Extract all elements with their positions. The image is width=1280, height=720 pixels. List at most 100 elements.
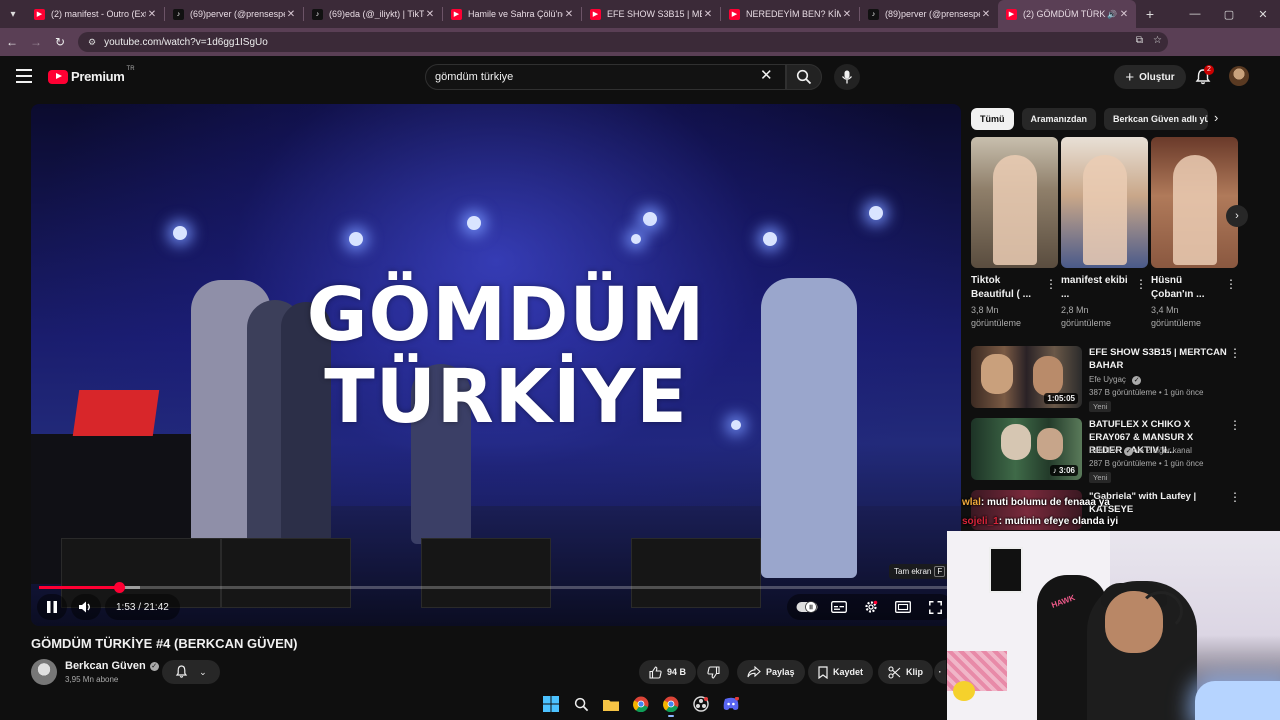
close-tab-icon[interactable]: ✕ <box>146 9 158 20</box>
menu-icon[interactable] <box>16 69 32 83</box>
close-tab-icon[interactable]: ✕ <box>1118 9 1130 20</box>
chrome-active-icon[interactable] <box>660 693 682 717</box>
voice-search-button[interactable] <box>834 64 860 90</box>
subscription-bell-button[interactable]: ⌄ <box>162 660 220 684</box>
discord-icon[interactable] <box>720 693 742 715</box>
filter-chip[interactable]: Aramanızdan <box>1021 108 1097 130</box>
shorts-thumbnail[interactable] <box>1061 137 1148 268</box>
tiktok-icon: ♪ <box>868 8 879 20</box>
shorts-item[interactable]: Hüsnü Çoban'ın ... 3,4 Mn görüntüleme ⋮ <box>1151 137 1238 330</box>
back-icon[interactable]: ← <box>0 28 24 56</box>
taskbar-search-icon[interactable] <box>570 693 592 715</box>
clear-search-icon[interactable]: ✕ <box>760 68 773 84</box>
browser-tab[interactable]: ▶ EFE SHOW S3B15 | MERTC✕ <box>582 0 720 28</box>
close-tab-icon[interactable]: ✕ <box>841 9 853 20</box>
channel-name-row[interactable]: Berkcan Güven ✓ <box>65 660 159 672</box>
autoplay-toggle[interactable] <box>793 594 821 620</box>
tab-audio-icon[interactable]: 🔊 <box>1106 10 1118 19</box>
file-explorer-icon[interactable] <box>600 693 622 715</box>
browser-tab[interactable]: ♪ (89)perver (@prensesperv✕ <box>860 0 998 28</box>
fullscreen-button[interactable] <box>921 594 949 620</box>
more-actions-button[interactable]: · <box>934 660 946 684</box>
like-button[interactable]: 94 B <box>639 660 697 684</box>
browser-tab[interactable]: ▶ NEREDEYİM BEN? KİMSE✕ <box>721 0 859 28</box>
settings-button[interactable] <box>857 594 885 620</box>
reload-icon[interactable]: ↻ <box>48 28 72 56</box>
new-tab-button[interactable]: + <box>1136 6 1164 22</box>
more-options-icon[interactable]: ⋮ <box>1225 277 1237 291</box>
close-tab-icon[interactable]: ✕ <box>424 9 436 20</box>
video-title: GÖMDÜM TÜRKİYE #4 (BERKCAN GÜVEN) <box>31 636 298 651</box>
account-avatar[interactable] <box>1229 66 1249 86</box>
video-player[interactable]: GÖMDÜM TÜRKİYE Tam ekran F 1:53 / 21:42 <box>31 104 961 626</box>
theater-mode-button[interactable] <box>889 594 917 620</box>
window-controls: — ▢ ✕ <box>1178 0 1280 28</box>
windows-start-icon[interactable] <box>540 693 562 715</box>
url-field[interactable]: ⚙ youtube.com/watch?v=1d6gg1ISgUo ⧉ ☆ <box>78 32 1168 52</box>
close-tab-icon[interactable]: ✕ <box>980 9 992 20</box>
shorts-item[interactable]: Tiktok Beautiful ( ... 3,8 Mn görüntüleme ⋮ <box>971 137 1058 330</box>
subtitles-button[interactable] <box>825 594 853 620</box>
stage-light <box>349 232 363 246</box>
bookmark-star-icon[interactable]: ☆ <box>1153 35 1162 46</box>
tab-title: (2) manifest - Outro (Exte <box>51 9 146 19</box>
filter-chip[interactable]: Tümü <box>971 108 1014 130</box>
volume-button[interactable] <box>71 594 101 620</box>
clip-button[interactable]: Klip <box>878 660 933 684</box>
search-input[interactable]: gömdüm türkiye <box>425 64 786 90</box>
shorts-title: manifest ekibi ... <box>1061 275 1128 300</box>
youtube-premium-logo[interactable]: Premium TR <box>48 66 135 84</box>
stage-light <box>173 226 187 240</box>
shorts-item[interactable]: manifest ekibi ... 2,8 Mn görüntüleme ⋮ <box>1061 137 1148 330</box>
browser-tab[interactable]: ▶ (2) GÖMDÜM TÜRKİYE🔊✕ <box>998 0 1136 28</box>
recommendation-channel-extra: ve 2 diğer kanal <box>1135 446 1192 455</box>
pause-button[interactable] <box>37 594 67 620</box>
bookmark-icon <box>818 665 828 679</box>
shorts-thumbnail[interactable] <box>971 137 1058 268</box>
more-options-icon[interactable]: ⋮ <box>1135 277 1147 291</box>
browser-tab[interactable]: ♪ (69)eda (@_iliykt) | TikTok ✕ <box>304 0 442 28</box>
cast-icon[interactable]: ⧉ <box>1136 35 1143 46</box>
browser-tab[interactable]: ▶ (2) manifest - Outro (Exte ✕ <box>26 0 164 28</box>
minimize-icon[interactable]: — <box>1178 0 1212 28</box>
forward-icon[interactable]: → <box>24 28 48 56</box>
shorts-next-button[interactable]: › <box>1226 205 1248 227</box>
more-options-icon[interactable]: ⋮ <box>1229 418 1241 432</box>
save-button[interactable]: Kaydet <box>808 660 874 684</box>
youtube-icon: ▶ <box>729 8 740 20</box>
scrubber-handle[interactable] <box>113 582 125 593</box>
close-tab-icon[interactable]: ✕ <box>285 9 297 20</box>
autoplay-toggle-icon <box>796 601 818 613</box>
maximize-icon[interactable]: ▢ <box>1212 0 1246 28</box>
shorts-person <box>1173 155 1217 265</box>
chevron-right-icon[interactable]: › <box>1214 110 1218 125</box>
like-count: 94 B <box>667 667 687 677</box>
close-tab-icon[interactable]: ✕ <box>702 9 714 20</box>
more-options-icon[interactable]: ⋮ <box>1045 277 1057 291</box>
browser-tab[interactable]: ♪ (69)perver (@prensesperv✕ <box>165 0 303 28</box>
new-badge: Yeni <box>1089 401 1112 412</box>
channel-avatar[interactable] <box>31 659 57 685</box>
tab-search-icon[interactable]: ▾ <box>0 0 26 28</box>
share-button[interactable]: Paylaş <box>737 660 805 684</box>
create-button[interactable]: + Oluştur <box>1114 65 1186 89</box>
recommendation-item[interactable]: 1:05:05 EFE SHOW S3B15 | MERTCAN BAHAR E… <box>971 346 1261 412</box>
browser-tab[interactable]: ▶ Hamile ve Sahra Çölü'nde ✕ <box>443 0 581 28</box>
tooltip-label: Tam ekran <box>894 567 932 576</box>
shorts-thumbnail[interactable] <box>1151 137 1238 268</box>
obs-icon[interactable] <box>690 693 712 715</box>
more-options-icon[interactable]: ⋮ <box>1229 490 1241 504</box>
recommendation-item[interactable]: ♪ 3:06 BATUFLEX X CHIKO X ERAY067 & MANS… <box>971 418 1261 483</box>
dislike-button[interactable] <box>697 660 729 684</box>
close-tab-icon[interactable]: ✕ <box>563 9 575 20</box>
chrome-icon[interactable] <box>630 693 652 715</box>
site-info-icon[interactable]: ⚙ <box>88 37 96 48</box>
video-thumbnail[interactable]: 1:05:05 <box>971 346 1082 408</box>
video-thumbnail[interactable]: ♪ 3:06 <box>971 418 1082 480</box>
search-button[interactable] <box>786 64 822 90</box>
progress-bar[interactable] <box>39 582 953 593</box>
close-window-icon[interactable]: ✕ <box>1246 0 1280 28</box>
recommendation-channel-row: Efe Uygaç ✓ <box>1089 375 1142 385</box>
more-options-icon[interactable]: ⋮ <box>1229 346 1241 360</box>
filter-chip[interactable]: Berkcan Güven adlı yükle <box>1104 108 1209 130</box>
